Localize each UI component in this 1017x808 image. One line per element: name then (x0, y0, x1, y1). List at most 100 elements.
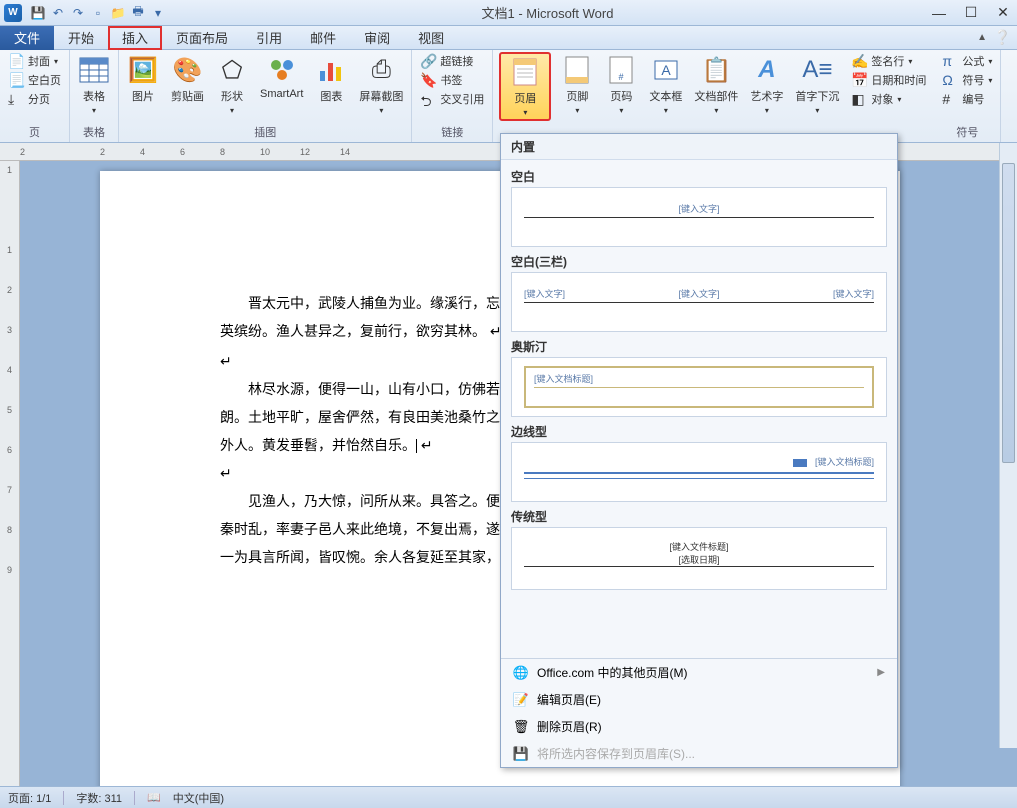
bookmark-button[interactable]: 🔖书签 (418, 71, 486, 89)
quickparts-button[interactable]: 📋文档部件▾ (692, 52, 740, 117)
word-icon: W (4, 4, 22, 22)
menu-remove-header[interactable]: 🗑 删除页眉(R) (501, 713, 897, 740)
header-dropdown: 内置 空白 [键入文字] 空白(三栏) [键入文字] [键入文字] [键入文字]… (500, 133, 898, 768)
qat-undo[interactable]: ↶ (50, 5, 66, 21)
number-button[interactable]: #编号 (940, 90, 994, 108)
qat-save[interactable]: 💾 (30, 5, 46, 21)
help-button[interactable]: ❔ (994, 29, 1011, 46)
shapes-icon: ⬠ (216, 54, 248, 86)
text-cursor (416, 439, 417, 453)
scrollbar-thumb[interactable] (1002, 163, 1015, 463)
preview-traditional[interactable]: [键入文件标题] [选取日期] (511, 527, 887, 590)
group-headerfooter: 页眉▾ 页脚▾ #页码▾ A文本框▾ 📋文档部件▾ A艺术字▾ A≡首字下沉▾ … (493, 50, 934, 142)
menu-office-headers[interactable]: 🌐 Office.com 中的其他页眉(M) ▶ (501, 659, 897, 686)
dropdown-gallery[interactable]: 空白 [键入文字] 空白(三栏) [键入文字] [键入文字] [键入文字] 奥斯… (501, 160, 897, 658)
preview-sideline[interactable]: [键入文档标题] (511, 442, 887, 502)
signature-button[interactable]: ✍签名行▾ (849, 52, 928, 70)
dropdown-section-header: 内置 (501, 134, 897, 160)
dropcap-button[interactable]: A≡首字下沉▾ (793, 52, 841, 117)
tab-insert[interactable]: 插入 (108, 26, 162, 50)
svg-text:A: A (661, 62, 671, 78)
menu-save-header: 💾 将所选内容保存到页眉库(S)... (501, 740, 897, 767)
preview-label-sideline: 边线型 (511, 423, 887, 440)
preview-label-traditional: 传统型 (511, 508, 887, 525)
qat-new[interactable]: ▫ (90, 5, 106, 21)
datetime-button[interactable]: 📅日期和时间 (849, 71, 928, 89)
qat-more[interactable]: ▾ (150, 5, 166, 21)
preview-austin[interactable]: [键入文档标题] (511, 357, 887, 417)
remove-icon: 🗑 (513, 719, 529, 735)
shapes-button[interactable]: ⬠形状▾ (214, 52, 250, 117)
group-tables: 表格▾ 表格 (70, 50, 119, 142)
qat-print[interactable]: 🖶 (130, 5, 146, 21)
maximize-button[interactable]: ☐ (961, 3, 981, 23)
chart-button[interactable]: 图表 (313, 52, 349, 106)
blank-page-button[interactable]: 📃空白页 (6, 71, 63, 89)
parts-icon: 📋 (700, 54, 732, 86)
screenshot-button[interactable]: ⎙屏幕截图▾ (357, 52, 405, 117)
close-button[interactable]: ✕ (993, 3, 1013, 23)
file-tab[interactable]: 文件 (0, 26, 54, 50)
qat-open[interactable]: 📁 (110, 5, 126, 21)
wordart-button[interactable]: A艺术字▾ (748, 52, 785, 117)
dropdown-menu: 🌐 Office.com 中的其他页眉(M) ▶ 📝 编辑页眉(E) 🗑 删除页… (501, 658, 897, 767)
table-button[interactable]: 表格▾ (76, 52, 112, 117)
smartart-button[interactable]: SmartArt (258, 52, 305, 102)
chart-icon (315, 54, 347, 86)
object-button[interactable]: ◧对象▾ (849, 90, 928, 108)
clipart-button[interactable]: 🎨剪贴画 (169, 52, 206, 106)
screenshot-icon: ⎙ (365, 54, 397, 86)
preview-blank3[interactable]: [键入文字] [键入文字] [键入文字] (511, 272, 887, 332)
textbox-button[interactable]: A文本框▾ (647, 52, 684, 117)
page-break-button[interactable]: ⤓分页 (6, 90, 63, 108)
textbox-icon: A (650, 54, 682, 86)
picture-icon: 🖼️ (127, 54, 159, 86)
group-pages: 📄封面▾ 📃空白页 ⤓分页 页 (0, 50, 70, 142)
status-words[interactable]: 字数: 311 (76, 790, 122, 806)
minimize-button[interactable]: — (929, 3, 949, 23)
tab-pagelayout[interactable]: 页面布局 (162, 26, 242, 50)
vertical-scrollbar[interactable] (999, 143, 1017, 748)
save-selection-icon: 💾 (513, 746, 529, 762)
tab-view[interactable]: 视图 (404, 26, 458, 50)
footer-button[interactable]: 页脚▾ (559, 52, 595, 117)
cover-page-button[interactable]: 📄封面▾ (6, 52, 63, 70)
quick-access-toolbar: 💾 ↶ ↷ ▫ 📁 🖶 ▾ (30, 5, 166, 21)
symbol-button[interactable]: Ω符号▾ (940, 71, 994, 89)
tab-review[interactable]: 审阅 (350, 26, 404, 50)
dropcap-icon: A≡ (801, 54, 833, 86)
status-proofing-icon[interactable]: 📖 (147, 791, 161, 804)
status-page[interactable]: 页面: 1/1 (8, 790, 51, 806)
tab-references[interactable]: 引用 (242, 26, 296, 50)
group-symbols: π公式▾ Ω符号▾ #编号 符号 (934, 50, 1001, 142)
header-button[interactable]: 页眉▾ (499, 52, 551, 121)
footer-icon (561, 54, 593, 86)
pagenum-icon: # (605, 54, 637, 86)
ruler-vertical[interactable]: 1123456789 (0, 161, 20, 786)
collapse-ribbon[interactable]: ▲ (977, 32, 987, 43)
picture-button[interactable]: 🖼️图片 (125, 52, 161, 106)
hyperlink-button[interactable]: 🔗超链接 (418, 52, 486, 70)
titlebar: W 💾 ↶ ↷ ▫ 📁 🖶 ▾ 文档1 - Microsoft Word — ☐… (0, 0, 1017, 26)
group-links: 🔗超链接 🔖书签 ⮌交叉引用 链接 (412, 50, 493, 142)
window-controls: — ☐ ✕ (929, 3, 1013, 23)
preview-label-blank: 空白 (511, 168, 887, 185)
crossref-button[interactable]: ⮌交叉引用 (418, 90, 486, 108)
ribbon: 📄封面▾ 📃空白页 ⤓分页 页 表格▾ 表格 🖼️图片 🎨剪贴画 ⬠形状▾ Sm… (0, 50, 1017, 143)
equation-button[interactable]: π公式▾ (940, 52, 994, 70)
qat-redo[interactable]: ↷ (70, 5, 86, 21)
submenu-arrow-icon: ▶ (877, 667, 885, 678)
clipart-icon: 🎨 (172, 54, 204, 86)
tab-home[interactable]: 开始 (54, 26, 108, 50)
svg-text:#: # (619, 72, 624, 82)
header-icon (509, 56, 541, 88)
wordart-icon: A (751, 54, 783, 86)
ribbon-tabs: 文件 开始 插入 页面布局 引用 邮件 审阅 视图 ▲ ❔ (0, 26, 1017, 50)
preview-label-austin: 奥斯汀 (511, 338, 887, 355)
preview-blank[interactable]: [键入文字] (511, 187, 887, 247)
tab-mailings[interactable]: 邮件 (296, 26, 350, 50)
status-language[interactable]: 中文(中国) (173, 790, 224, 806)
menu-edit-header[interactable]: 📝 编辑页眉(E) (501, 686, 897, 713)
pagenumber-button[interactable]: #页码▾ (603, 52, 639, 117)
edit-icon: 📝 (513, 692, 529, 708)
